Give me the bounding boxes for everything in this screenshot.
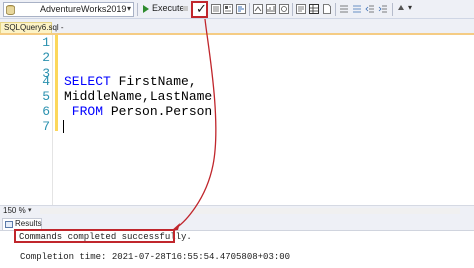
chevron-down-icon[interactable]: ▾ (127, 4, 131, 13)
query-editor[interactable]: 1 2 3 4 5 6 7 SELECT FirstName, MiddleNa… (0, 35, 474, 205)
zoom-level[interactable]: 150 % (3, 206, 26, 215)
intellisense-icon[interactable] (236, 4, 246, 14)
toolbar: AdventureWorks2019 ▾ Execute ✓ ▾ (0, 0, 474, 19)
gutter-divider (52, 35, 53, 205)
execute-label: Execute (152, 3, 185, 13)
uncomment-icon[interactable] (352, 4, 362, 14)
results-to-file-icon[interactable] (322, 4, 332, 14)
line-number: 4 (42, 74, 50, 89)
text-caret (63, 120, 64, 133)
client-stats-icon[interactable] (279, 4, 289, 14)
results-tab-label: Results (15, 219, 42, 228)
keyword-from: FROM (64, 104, 104, 119)
actual-plan-icon[interactable] (253, 4, 263, 14)
line-number: 5 (42, 89, 50, 104)
zoom-bar: 150 % ▾ (0, 205, 474, 216)
keyword-select: SELECT (64, 74, 111, 89)
code-line-4: SELECT FirstName, (64, 74, 197, 89)
line-number: 7 (42, 119, 50, 134)
database-icon (6, 5, 15, 15)
code-text: FirstName, (110, 74, 197, 89)
line-number: 2 (42, 50, 50, 65)
check-icon: ✓ (196, 1, 207, 16)
line-number: 1 (42, 35, 50, 50)
results-to-grid-icon[interactable] (309, 4, 319, 14)
stop-icon[interactable] (183, 6, 188, 11)
code-text: Person.Person (103, 104, 213, 119)
live-stats-icon[interactable] (266, 4, 276, 14)
ssms-window: AdventureWorks2019 ▾ Execute ✓ ▾ SQLQuer… (0, 0, 474, 268)
toolbar-overflow-icon[interactable]: ▾ (408, 3, 412, 12)
increase-indent-icon[interactable] (378, 4, 388, 14)
tab-sqlquery6[interactable]: SQLQuery6.sql - (0, 22, 64, 33)
play-icon (143, 5, 149, 13)
code-line-6: FROM Person.Person (64, 104, 212, 119)
code-line-5: MiddleName,LastName (64, 89, 213, 104)
parse-button[interactable]: ✓ (191, 1, 208, 18)
horizontal-scrollbar[interactable] (40, 208, 460, 214)
decrease-indent-icon[interactable] (365, 4, 375, 14)
toolbar-separator (335, 3, 336, 16)
execute-button[interactable]: Execute (142, 2, 185, 17)
estimated-plan-icon[interactable] (211, 4, 221, 14)
completion-time: Completion time: 2021-07-28T16:55:54.470… (20, 252, 291, 262)
toolbar-separator (292, 3, 293, 16)
grid-icon (5, 221, 13, 228)
document-tabstrip: SQLQuery6.sql - (0, 19, 474, 33)
query-options-icon[interactable] (223, 4, 233, 14)
toolbar-separator (392, 3, 393, 16)
comment-icon[interactable] (339, 4, 349, 14)
highlight-box (14, 229, 175, 243)
database-dropdown[interactable]: AdventureWorks2019 ▾ (3, 2, 134, 17)
results-to-text-icon[interactable] (296, 4, 306, 14)
toolbar-separator (249, 3, 250, 16)
line-number: 6 (42, 104, 50, 119)
change-tracking-bar (55, 35, 58, 131)
database-name: AdventureWorks2019 (40, 4, 127, 14)
chevron-down-icon[interactable]: ▾ (28, 206, 32, 214)
toolbar-separator (137, 3, 138, 16)
tab-label: SQLQuery6.sql - (4, 23, 64, 32)
specify-values-icon[interactable] (396, 4, 406, 14)
